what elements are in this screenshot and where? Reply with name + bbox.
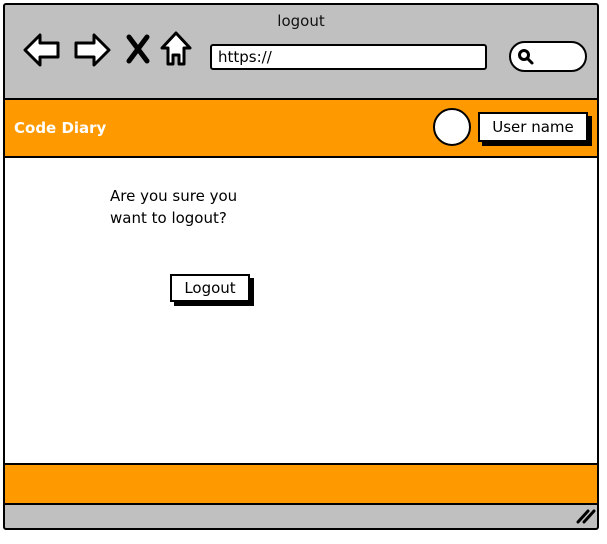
url-input[interactable]: https://	[210, 44, 487, 70]
back-arrow-icon[interactable]	[23, 32, 61, 72]
window-title: logout	[277, 12, 325, 30]
main-content: Are you sure you want to logout? Logout	[5, 158, 597, 465]
forward-arrow-icon[interactable]	[73, 32, 111, 72]
browser-window: logout https:// Code Diary User name Are…	[3, 3, 599, 530]
search-icon	[518, 49, 534, 65]
brand-title: Code Diary	[14, 119, 107, 137]
user-name-button[interactable]: User name	[478, 112, 588, 142]
prompt-line-2: want to logout?	[110, 209, 227, 227]
search-input[interactable]	[509, 41, 587, 72]
home-icon[interactable]	[159, 30, 193, 72]
app-footer	[5, 463, 597, 505]
logout-prompt: Are you sure you want to logout?	[110, 185, 270, 229]
close-icon[interactable]	[125, 34, 151, 68]
resize-handle-icon[interactable]	[575, 508, 597, 528]
app-header: Code Diary User name	[5, 98, 597, 158]
prompt-line-1: Are you sure you	[110, 187, 238, 205]
logout-button[interactable]: Logout	[170, 274, 250, 302]
avatar[interactable]	[433, 108, 471, 146]
